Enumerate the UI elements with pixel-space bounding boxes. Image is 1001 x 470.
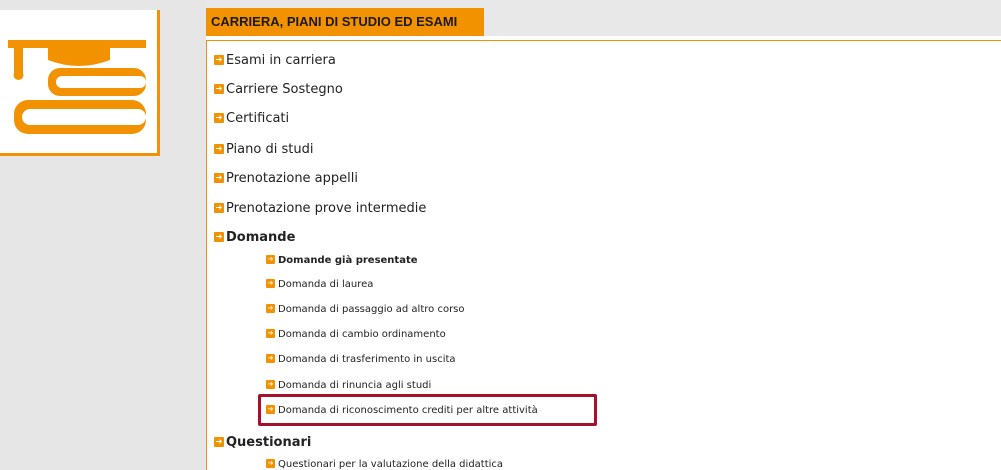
- submenu-item-questionari-valutazione-didattica[interactable]: ➔ Questionari per la valutazione della di…: [266, 458, 504, 470]
- submenu-item-label: Domanda di riconoscimento crediti per al…: [278, 405, 538, 416]
- menu-item-prenotazione-appelli[interactable]: ➔ Prenotazione appelli: [214, 171, 358, 186]
- submenu-item-domanda-di-rinuncia[interactable]: ➔ Domanda di rinuncia agli studi: [266, 379, 432, 391]
- submenu-item-label: Domanda di cambio ordinamento: [278, 329, 446, 340]
- arrow-right-icon: ➔: [214, 172, 224, 183]
- menu-item-label: Prenotazione appelli: [226, 171, 358, 186]
- menu-item-piano-di-studi[interactable]: ➔ Piano di studi: [214, 142, 313, 157]
- submenu-item-domanda-di-laurea[interactable]: ➔ Domanda di laurea: [266, 278, 374, 290]
- menu-item-label: Domande: [226, 230, 296, 245]
- arrow-right-icon: ➔: [214, 54, 224, 65]
- arrow-right-icon: ➔: [214, 143, 224, 154]
- arrow-right-icon: ➔: [266, 328, 275, 338]
- submenu-item-label: Domanda di passaggio ad altro corso: [278, 304, 465, 315]
- menu-item-questionari[interactable]: ➔ Questionari: [214, 435, 311, 450]
- submenu-item-domande-gia-presentate[interactable]: ➔ Domande già presentate: [266, 254, 418, 266]
- arrow-right-icon: ➔: [266, 303, 275, 313]
- section-logo: [0, 10, 160, 156]
- arrow-right-icon: ➔: [266, 379, 275, 389]
- submenu-item-domanda-di-trasferimento[interactable]: ➔ Domanda di trasferimento in uscita: [266, 353, 456, 365]
- arrow-right-icon: ➔: [266, 278, 275, 288]
- submenu-item-label: Domanda di rinuncia agli studi: [278, 380, 432, 391]
- submenu-item-domanda-di-cambio-ordinamento[interactable]: ➔ Domanda di cambio ordinamento: [266, 328, 446, 340]
- menu-item-label: Esami in carriera: [226, 53, 336, 68]
- arrow-right-icon: ➔: [266, 254, 275, 264]
- submenu-item-label: Domanda di trasferimento in uscita: [278, 354, 456, 365]
- graduation-books-icon: [8, 40, 146, 134]
- menu-item-esami-in-carriera[interactable]: ➔ Esami in carriera: [214, 53, 336, 68]
- menu-item-label: Prenotazione prove intermedie: [226, 201, 427, 216]
- submenu-item-domanda-di-riconoscimento-crediti[interactable]: ➔ Domanda di riconoscimento crediti per a…: [266, 404, 538, 416]
- menu-item-certificati[interactable]: ➔ Certificati: [214, 111, 289, 126]
- menu-panel: ➔ Esami in carriera ➔ Carriere Sostegno ➔ C…: [206, 40, 1001, 470]
- arrow-right-icon: ➔: [266, 353, 275, 363]
- menu-item-domande[interactable]: ➔ Domande: [214, 230, 295, 245]
- menu-item-label: Questionari: [226, 435, 312, 450]
- menu-item-label: Carriere Sostegno: [226, 82, 343, 97]
- arrow-right-icon: ➔: [214, 436, 224, 447]
- submenu-item-label: Domanda di laurea: [278, 279, 374, 290]
- arrow-right-icon: ➔: [214, 83, 224, 94]
- submenu-item-label: Questionari per la valutazione della did…: [278, 459, 504, 470]
- section-title: CARRIERA, PIANI DI STUDIO ED ESAMI: [206, 8, 484, 36]
- submenu-item-label: Domande già presentate: [278, 255, 418, 266]
- menu-item-carriere-sostegno[interactable]: ➔ Carriere Sostegno: [214, 82, 343, 97]
- arrow-right-icon: ➔: [266, 404, 275, 414]
- submenu-item-domanda-di-passaggio[interactable]: ➔ Domanda di passaggio ad altro corso: [266, 303, 465, 315]
- arrow-right-icon: ➔: [214, 231, 224, 242]
- arrow-right-icon: ➔: [214, 112, 224, 123]
- menu-item-label: Piano di studi: [226, 142, 314, 157]
- arrow-right-icon: ➔: [266, 458, 275, 468]
- arrow-right-icon: ➔: [214, 202, 224, 213]
- menu-item-label: Certificati: [226, 111, 290, 126]
- menu-item-prenotazione-prove-intermedie[interactable]: ➔ Prenotazione prove intermedie: [214, 201, 426, 216]
